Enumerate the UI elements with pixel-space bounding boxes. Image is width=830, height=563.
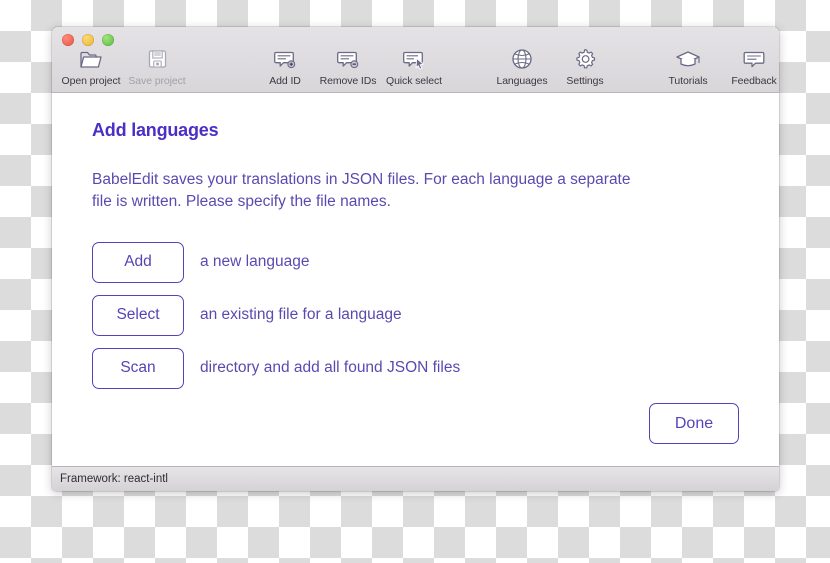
page-title: Add languages bbox=[92, 120, 219, 140]
speech-bubble-minus-icon bbox=[336, 46, 360, 72]
toolbar-feedback-label: Feedback bbox=[731, 75, 777, 87]
done-row: Done bbox=[649, 403, 739, 444]
scan-directory-description: directory and add all found JSON files bbox=[200, 359, 461, 377]
scan-directory-button[interactable]: Scan bbox=[92, 347, 184, 389]
action-row-scan: Scan directory and add all found JSON fi… bbox=[92, 347, 739, 389]
action-row-select: Select an existing file for a language bbox=[92, 294, 739, 336]
toolbar-group-ids: Add ID Remove IDs Quick select bbox=[255, 46, 447, 87]
status-bar: Framework: react-intl bbox=[52, 466, 779, 491]
toolbar-tutorials-label: Tutorials bbox=[668, 75, 708, 87]
zoom-button[interactable] bbox=[102, 34, 114, 46]
toolbar-save-project[interactable]: Save project bbox=[124, 46, 190, 87]
gear-icon bbox=[573, 46, 597, 72]
add-language-button[interactable]: Add bbox=[92, 241, 184, 283]
toolbar-quick-select[interactable]: Quick select bbox=[381, 46, 447, 87]
toolbar-remove-ids-label: Remove IDs bbox=[319, 75, 377, 87]
close-button[interactable] bbox=[62, 34, 74, 46]
toolbar: Open project Save project Add ID Remove … bbox=[52, 27, 779, 93]
graduation-cap-icon bbox=[675, 46, 701, 72]
folder-open-icon bbox=[79, 46, 103, 72]
intro-text: BabelEdit saves your translations in JSO… bbox=[92, 171, 631, 211]
toolbar-add-id-label: Add ID bbox=[269, 75, 301, 87]
toolbar-open-project[interactable]: Open project bbox=[58, 46, 124, 87]
toolbar-group-help: Tutorials Feedback bbox=[655, 46, 779, 87]
toolbar-remove-ids[interactable]: Remove IDs bbox=[315, 46, 381, 87]
select-file-button[interactable]: Select bbox=[92, 294, 184, 336]
speech-bubble-icon bbox=[742, 46, 766, 72]
app-window: Open project Save project Add ID Remove … bbox=[52, 27, 779, 491]
minimize-button[interactable] bbox=[82, 34, 94, 46]
toolbar-tutorials[interactable]: Tutorials bbox=[655, 46, 721, 87]
toolbar-open-project-label: Open project bbox=[61, 75, 121, 87]
toolbar-save-project-label: Save project bbox=[128, 75, 186, 87]
action-list: Add a new language Select an existing fi… bbox=[92, 241, 739, 389]
window-controls bbox=[62, 34, 114, 46]
speech-bubble-plus-icon bbox=[273, 46, 297, 72]
main-content: Add languages BabelEdit saves your trans… bbox=[52, 93, 779, 466]
toolbar-quick-select-label: Quick select bbox=[386, 75, 442, 87]
action-row-add: Add a new language bbox=[92, 241, 739, 283]
toolbar-languages[interactable]: Languages bbox=[489, 46, 555, 87]
toolbar-feedback[interactable]: Feedback bbox=[721, 46, 779, 87]
done-button[interactable]: Done bbox=[649, 403, 739, 444]
status-framework-label: Framework: react-intl bbox=[60, 473, 168, 485]
toolbar-languages-label: Languages bbox=[496, 75, 548, 87]
floppy-disk-icon bbox=[147, 46, 168, 72]
toolbar-group-file: Open project Save project bbox=[58, 46, 190, 87]
add-language-description: a new language bbox=[200, 253, 310, 271]
toolbar-group-config: Languages Settings bbox=[489, 46, 615, 87]
toolbar-add-id[interactable]: Add ID bbox=[255, 46, 315, 87]
speech-bubble-cursor-icon bbox=[402, 46, 426, 72]
select-file-description: an existing file for a language bbox=[200, 306, 402, 324]
globe-icon bbox=[510, 46, 534, 72]
toolbar-settings[interactable]: Settings bbox=[555, 46, 615, 87]
toolbar-settings-label: Settings bbox=[566, 75, 604, 87]
